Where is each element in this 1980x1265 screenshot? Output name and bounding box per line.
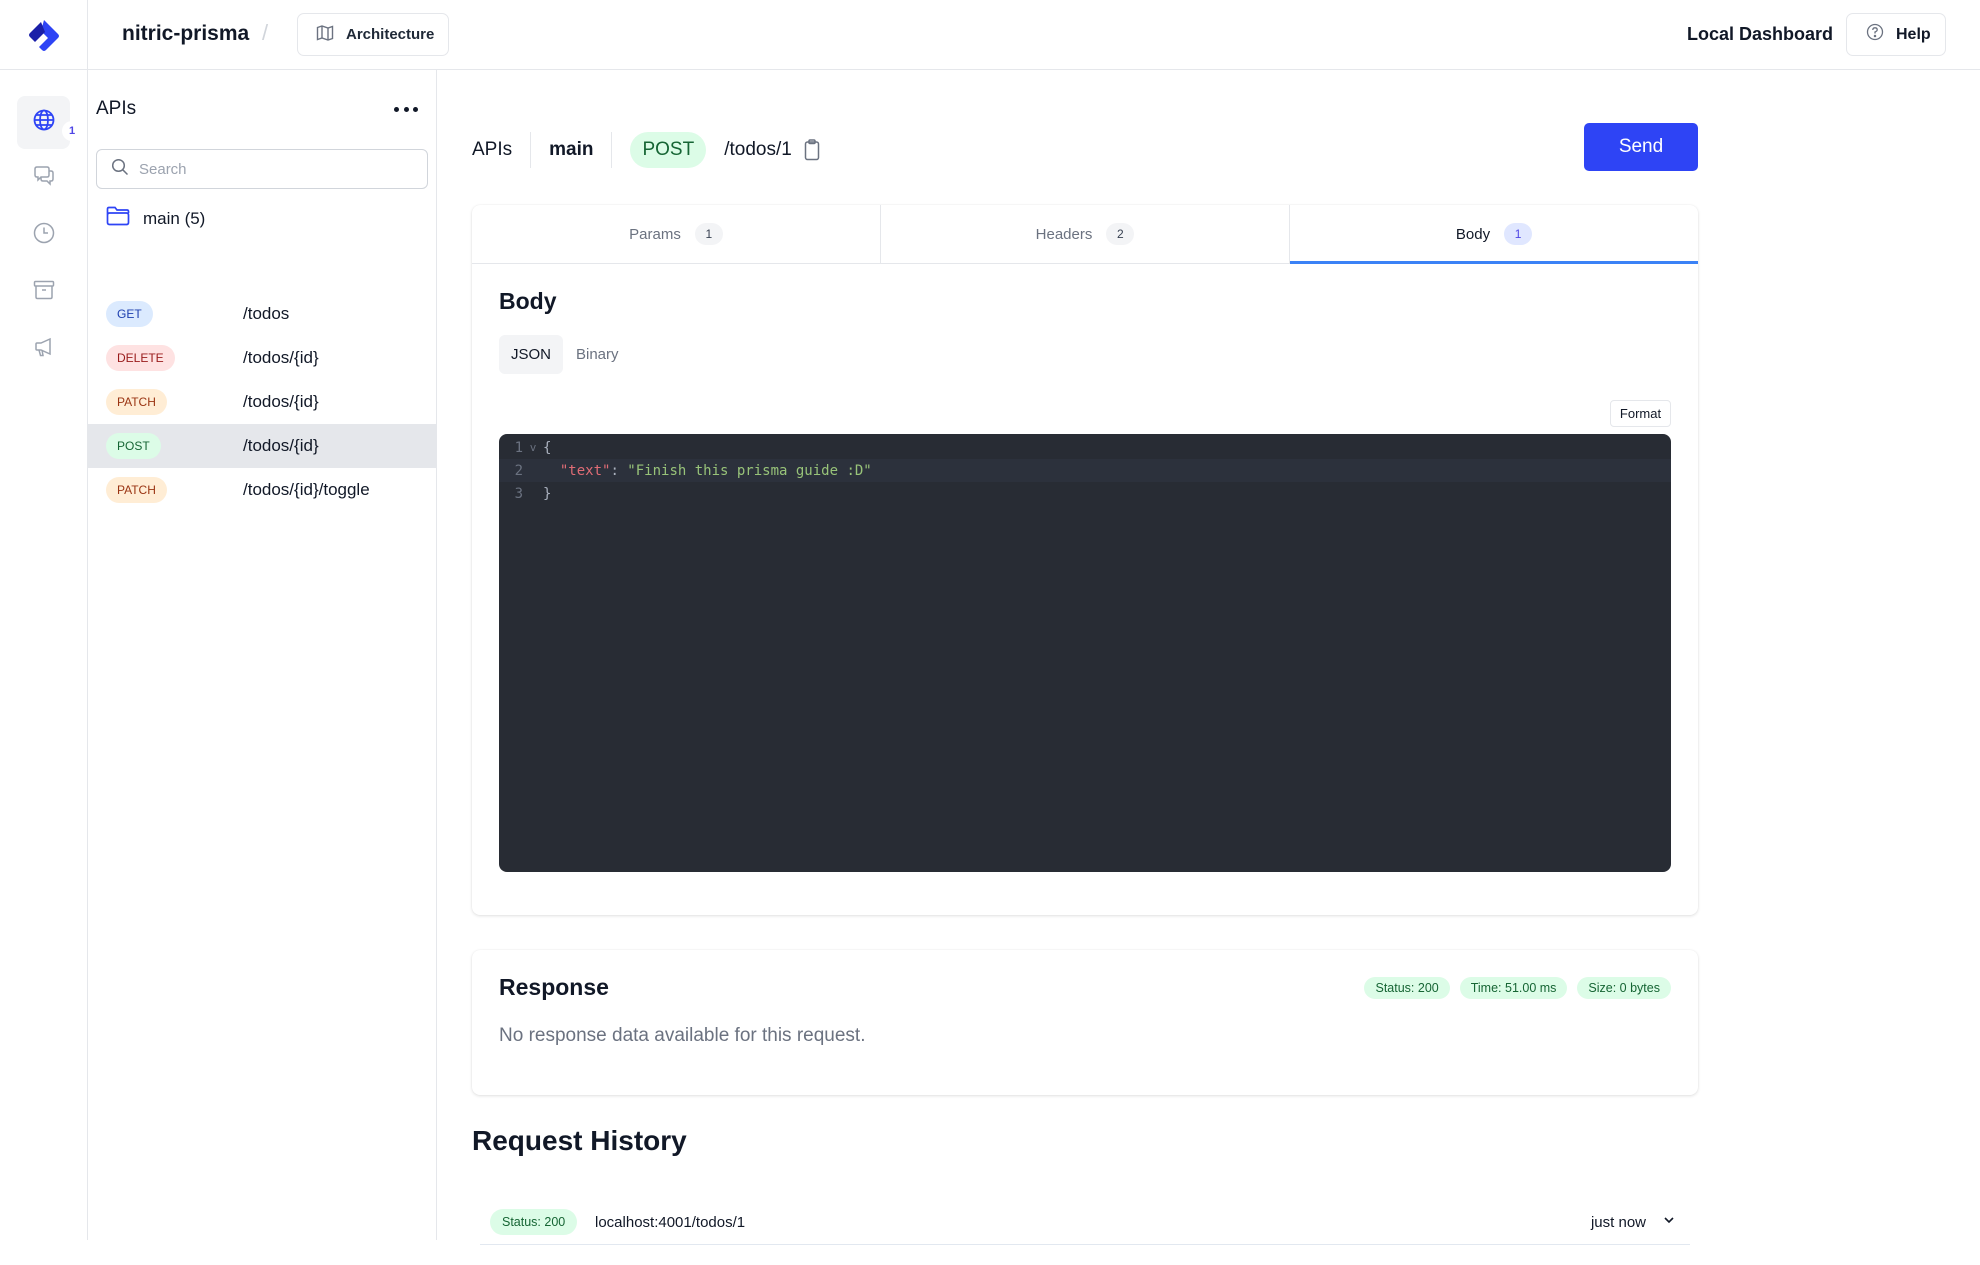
history-status-badge: Status: 200 — [490, 1209, 578, 1235]
search-field[interactable] — [96, 149, 428, 189]
code-line: 2 "text": "Finish this prisma guide :D" — [499, 459, 1671, 482]
tab-params[interactable]: Params 1 — [472, 205, 880, 263]
response-title: Response — [499, 974, 609, 1000]
map-icon — [316, 24, 334, 46]
time-badge: Time: 51.00 ms — [1459, 977, 1568, 999]
rail-item-apis[interactable]: 1 — [17, 96, 82, 149]
project-name: nitric-prisma — [122, 22, 250, 45]
send-button[interactable]: Send — [1584, 123, 1698, 171]
tab-label: Body — [1455, 225, 1491, 243]
api-sidebar: APIs main (5) GET/todosDELETE/todos/{id}… — [88, 70, 437, 1240]
line-number: 1 — [514, 439, 523, 456]
sidebar-title: APIs — [96, 98, 137, 119]
format-button[interactable]: Format — [1610, 400, 1671, 427]
help-button[interactable]: Help — [1846, 13, 1946, 56]
megaphone-icon — [32, 335, 56, 364]
line-number: 3 — [514, 485, 523, 502]
route-item[interactable]: POST/todos/{id} — [88, 424, 437, 468]
route-item[interactable]: PATCH/todos/{id} — [88, 380, 437, 424]
architecture-button[interactable]: Architecture — [297, 13, 449, 56]
body-section-title: Body — [499, 288, 557, 314]
request-breadcrumb: APIs main POST /todos/1 — [472, 130, 820, 170]
history-url: localhost:4001/todos/1 — [595, 1214, 746, 1231]
rail-item-schedules[interactable] — [17, 209, 70, 262]
code-token: } — [543, 485, 552, 502]
code-token: "Finish this prisma guide :D" — [627, 462, 872, 479]
route-path: /todos/{id} — [243, 348, 319, 367]
response-card: Response Status: 200 Time: 51.00 ms Size… — [472, 950, 1698, 1095]
archive-box-icon — [32, 278, 56, 307]
status-badge: Status: 200 — [1364, 977, 1450, 999]
size-badge: Size: 0 bytes — [1577, 977, 1671, 999]
request-path: /todos/1 — [724, 139, 792, 160]
json-code-editor[interactable]: 1 v{2 "text": "Finish this prisma guide :… — [499, 434, 1671, 872]
body-type-json[interactable]: JSON — [499, 335, 564, 374]
breadcrumb-apis[interactable]: APIs — [472, 132, 532, 168]
body-type-binary[interactable]: Binary — [564, 335, 631, 374]
breadcrumb-separator: / — [262, 20, 269, 45]
chat-bubbles-icon — [32, 164, 56, 193]
folder-label: main (5) — [143, 208, 206, 228]
globe-icon — [32, 108, 56, 137]
response-badges: Status: 200 Time: 51.00 ms Size: 0 bytes — [1364, 977, 1671, 999]
code-text: { — [543, 440, 551, 456]
method-badge: PATCH — [106, 477, 167, 503]
route-path: /todos/{id} — [243, 436, 319, 455]
rail-badge: 1 — [62, 121, 82, 141]
clock-icon — [32, 221, 56, 250]
fold-toggle-icon[interactable]: v — [523, 441, 543, 454]
response-empty-message: No response data available for this requ… — [499, 1025, 866, 1046]
help-label: Help — [1896, 25, 1931, 43]
method-badge: GET — [106, 301, 153, 327]
folder-main[interactable]: main (5) — [106, 206, 205, 231]
route-path: /todos/{id}/toggle — [243, 480, 370, 499]
top-bar: nitric-prisma / Architecture Local Dashb… — [0, 0, 1980, 70]
breadcrumb-service[interactable]: main — [531, 132, 613, 168]
route-item[interactable]: PATCH/todos/{id}/toggle — [88, 468, 437, 512]
route-path: /todos — [243, 304, 290, 323]
tab-body[interactable]: Body 1 — [1289, 205, 1698, 264]
request-history-title: Request History — [472, 1125, 687, 1156]
code-token: "text" — [559, 462, 611, 479]
method-badge: DELETE — [106, 345, 175, 371]
tab-count: 1 — [1504, 223, 1533, 245]
folder-icon — [106, 206, 131, 231]
tab-count: 1 — [694, 223, 723, 245]
rail-item-websockets[interactable] — [17, 152, 70, 205]
method-badge: PATCH — [106, 389, 167, 415]
code-line: 1 v{ — [499, 436, 1671, 459]
line-number: 2 — [514, 462, 523, 479]
tab-headers[interactable]: Headers 2 — [880, 205, 1289, 263]
code-text: "text": "Finish this prisma guide :D" — [543, 463, 872, 479]
code-text: } — [543, 486, 551, 502]
route-item[interactable]: DELETE/todos/{id} — [88, 336, 437, 380]
code-token: { — [543, 439, 552, 456]
rail-item-topics[interactable] — [17, 323, 70, 376]
code-token: : — [610, 462, 628, 479]
request-card: Params 1 Headers 2 Body 1 Body JSON Bina… — [472, 205, 1698, 915]
route-path: /todos/{id} — [243, 392, 319, 411]
request-method-badge: POST — [630, 132, 707, 168]
search-icon — [111, 158, 129, 181]
rail-item-storage[interactable] — [17, 266, 70, 319]
nitric-logo-icon[interactable] — [26, 17, 62, 53]
clipboard-icon[interactable] — [804, 139, 820, 161]
architecture-label: Architecture — [346, 26, 435, 43]
tab-count: 2 — [1106, 223, 1135, 245]
history-row[interactable]: Status: 200 localhost:4001/todos/1 just … — [480, 1207, 1690, 1245]
history-time: just now — [1590, 1214, 1646, 1231]
tab-label: Headers — [1035, 225, 1093, 243]
request-tabs: Params 1 Headers 2 Body 1 — [472, 205, 1698, 264]
chevron-down-icon[interactable] — [1662, 1213, 1676, 1232]
question-circle-icon — [1866, 23, 1884, 46]
route-item[interactable]: GET/todos — [88, 292, 437, 336]
code-line: 3} — [499, 482, 1671, 505]
local-dashboard-label: Local Dashboard — [1687, 24, 1834, 44]
method-badge: POST — [106, 433, 161, 459]
tab-label: Params — [629, 225, 681, 243]
ellipsis-icon[interactable] — [394, 102, 418, 116]
search-input[interactable] — [139, 160, 419, 178]
